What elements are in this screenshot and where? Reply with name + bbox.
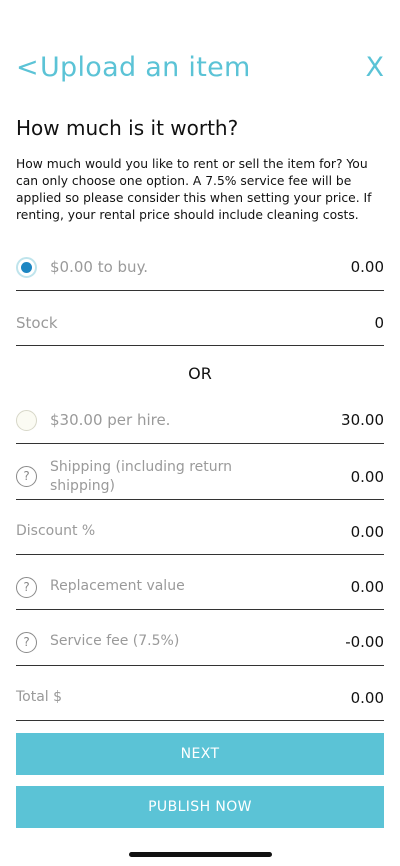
help-icon[interactable]: ?	[16, 632, 37, 653]
help-icon[interactable]: ?	[16, 466, 37, 487]
or-divider: OR	[188, 364, 212, 383]
shipping-label-line1: Shipping (including return	[50, 459, 232, 475]
stock-input[interactable]: 0	[374, 314, 384, 332]
header: < Upload an item X	[0, 0, 400, 110]
buy-label: $0.00 to buy.	[50, 258, 149, 276]
hire-label: $30.00 per hire.	[50, 411, 171, 429]
help-icon[interactable]: ?	[16, 577, 37, 598]
shipping-row: ? Shipping (including return shipping) 0…	[16, 456, 384, 500]
home-indicator	[129, 852, 272, 857]
replacement-value-input[interactable]: 0.00	[351, 578, 384, 596]
back-button[interactable]: <	[16, 52, 39, 83]
service-fee-value: -0.00	[345, 633, 384, 651]
buy-option-row[interactable]: $0.00 to buy. 0.00	[16, 248, 384, 291]
discount-label: Discount %	[16, 523, 96, 539]
shipping-label: Shipping (including return shipping)	[50, 458, 232, 496]
replacement-value-label: Replacement value	[50, 578, 185, 594]
section-heading: How much is it worth?	[16, 116, 239, 140]
close-button[interactable]: X	[366, 52, 385, 83]
replacement-value-row: ? Replacement value 0.00	[16, 567, 384, 610]
total-value: 0.00	[350, 689, 384, 707]
buy-radio[interactable]	[16, 257, 37, 278]
hire-price-input[interactable]: 30.00	[341, 411, 384, 429]
shipping-input[interactable]: 0.00	[351, 468, 384, 486]
discount-input[interactable]: 0.00	[351, 523, 384, 541]
service-fee-label: Service fee (7.5%)	[50, 633, 180, 649]
hire-radio[interactable]	[16, 410, 37, 431]
total-row: Total $ 0.00	[16, 678, 384, 721]
buy-price-input[interactable]: 0.00	[351, 258, 384, 276]
service-fee-row: ? Service fee (7.5%) -0.00	[16, 622, 384, 666]
next-button[interactable]: NEXT	[16, 733, 384, 775]
stock-label: Stock	[16, 314, 58, 332]
description-text: How much would you like to rent or sell …	[16, 157, 372, 222]
publish-now-button[interactable]: PUBLISH NOW	[16, 786, 384, 828]
discount-row: Discount % 0.00	[16, 512, 384, 555]
shipping-label-line2: shipping)	[50, 478, 115, 494]
total-label: Total $	[16, 689, 63, 705]
hire-option-row[interactable]: $30.00 per hire. 30.00	[16, 400, 384, 444]
stock-row: Stock 0	[16, 303, 384, 346]
page-title: Upload an item	[40, 52, 251, 83]
